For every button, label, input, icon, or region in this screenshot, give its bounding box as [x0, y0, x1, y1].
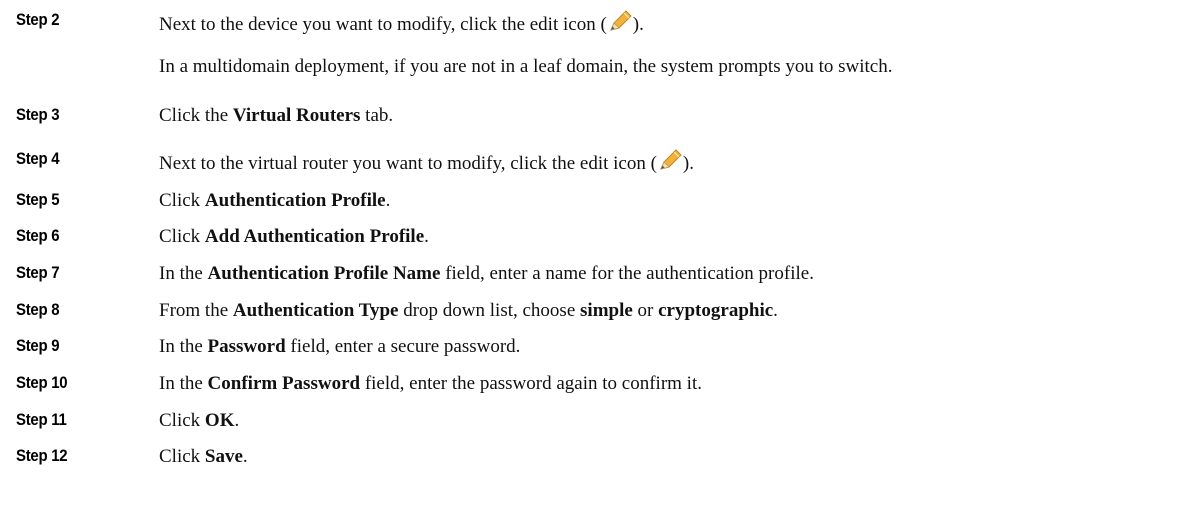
step-text-part: Next to the device you want to modify, c…	[159, 14, 607, 35]
ui-term: cryptographic	[658, 300, 774, 321]
ui-term: Add Authentication Profile	[204, 226, 425, 247]
ui-term: Authentication Profile Name	[207, 263, 441, 284]
step-text: Click Authentication Profile.	[159, 190, 390, 212]
step-text-part: Click	[159, 446, 205, 467]
step-label: Step 7	[16, 263, 60, 282]
step-text: Click the Virtual Routers tab.	[159, 105, 393, 127]
ui-term: simple	[580, 300, 633, 321]
step-text-part: tab.	[360, 105, 394, 126]
step-label: Step 3	[16, 105, 60, 124]
step-text-part: Click the	[159, 105, 233, 126]
step-text-part: or	[632, 300, 659, 321]
step-label: Step 8	[16, 300, 60, 319]
pencil-edit-icon	[657, 149, 683, 173]
step-text-part: .	[385, 190, 391, 211]
step-label: Step 5	[16, 190, 60, 209]
step-text: Next to the device you want to modify, c…	[159, 10, 644, 36]
step-text-part: In the	[159, 336, 208, 357]
step-text-part: Click	[159, 410, 205, 431]
step-label: Step 9	[16, 336, 60, 355]
step-label: Step 4	[16, 149, 60, 168]
ui-term: Authentication Profile	[204, 190, 386, 211]
step-label: Step 12	[16, 446, 68, 465]
procedure-document: Step 2 Next to the device you want to mo…	[0, 0, 1194, 518]
step-text: From the Authentication Type drop down l…	[159, 300, 778, 322]
step-label: Step 10	[16, 373, 68, 392]
step-text-part: Click	[159, 226, 205, 247]
step-text-part: field, enter a name for the authenticati…	[440, 263, 814, 284]
step-text-part: .	[242, 446, 248, 467]
step-text-part: ).	[682, 153, 694, 174]
step-text-part: drop down list, choose	[398, 300, 581, 321]
ui-term: Password	[207, 336, 286, 357]
step-text: In the Confirm Password field, enter the…	[159, 373, 702, 395]
step-text-part: field, enter the password again to confi…	[360, 373, 702, 394]
step-text-part: In the	[159, 373, 208, 394]
step-text-part: field, enter a secure password.	[285, 336, 521, 357]
step-text: Click OK.	[159, 410, 239, 432]
pencil-edit-icon	[607, 10, 633, 34]
ui-term: Save	[204, 446, 243, 467]
step-text: In the Authentication Profile Name field…	[159, 263, 814, 285]
step-text-part: .	[773, 300, 778, 321]
step-label: Step 6	[16, 226, 60, 245]
ui-term: OK	[204, 410, 235, 431]
step-text: Click Save.	[159, 446, 248, 468]
step-text-part: .	[234, 410, 240, 431]
step-label: Step 11	[16, 410, 67, 429]
ui-term: Virtual Routers	[232, 105, 361, 126]
step-text-part: .	[424, 226, 429, 247]
step-note: In a multidomain deployment, if you are …	[159, 56, 893, 77]
step-text: In the Password field, enter a secure pa…	[159, 336, 520, 358]
step-text-part: Next to the virtual router you want to m…	[159, 153, 657, 174]
step-text-part: From the	[159, 300, 233, 321]
ui-term: Authentication Type	[232, 300, 399, 321]
step-text: Click Add Authentication Profile.	[159, 226, 429, 248]
step-text: Next to the virtual router you want to m…	[159, 149, 694, 175]
step-label: Step 2	[16, 10, 60, 29]
step-text-part: ).	[632, 14, 644, 35]
step-text-part: Click	[159, 190, 205, 211]
ui-term: Confirm Password	[207, 373, 361, 394]
step-text-part: In the	[159, 263, 208, 284]
